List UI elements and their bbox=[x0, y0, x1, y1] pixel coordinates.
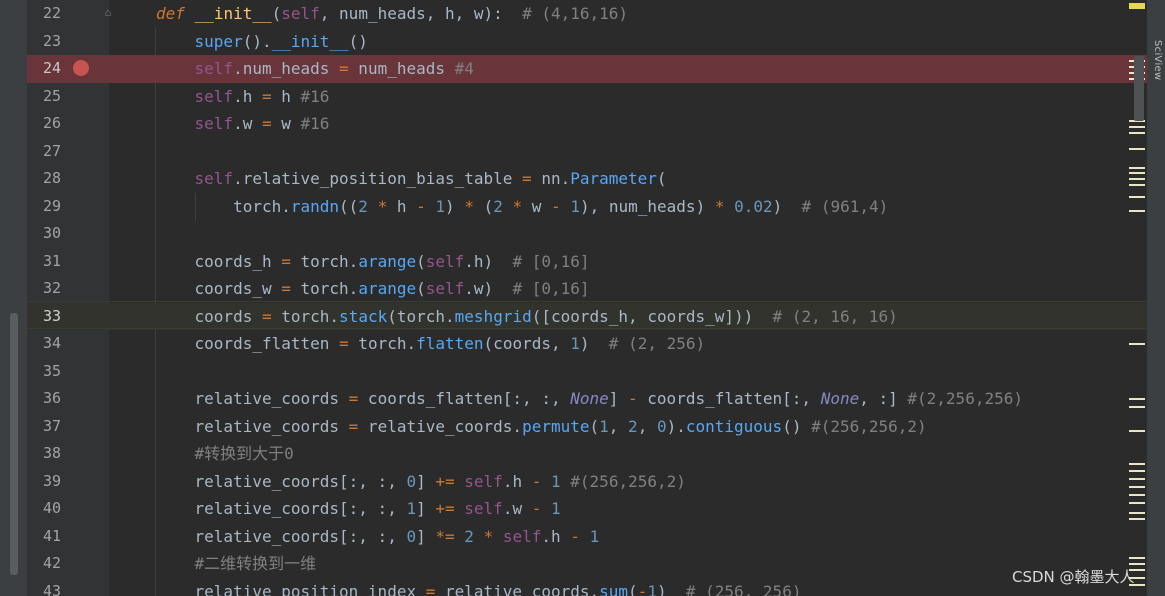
code-line[interactable]: 39 relative_coords[:, :, 0] += self.h - … bbox=[27, 468, 1147, 496]
breakpoint-icon[interactable] bbox=[73, 60, 89, 76]
line-number: 30 bbox=[42, 224, 61, 242]
code-line[interactable]: 40 relative_coords[:, :, 1] += self.w - … bbox=[27, 495, 1147, 523]
error-stripe-mark[interactable] bbox=[1129, 184, 1145, 186]
error-stripe-mark[interactable] bbox=[1129, 210, 1145, 212]
code-line[interactable]: 29 torch.randn((2 * h - 1) * (2 * w - 1)… bbox=[27, 193, 1147, 221]
code-text[interactable]: self.w = w #16 bbox=[156, 110, 330, 138]
code-line[interactable]: 37 relative_coords = relative_coords.per… bbox=[27, 413, 1147, 441]
code-text[interactable]: torch.randn((2 * h - 1) * (2 * w - 1), n… bbox=[156, 193, 888, 221]
line-number: 42 bbox=[42, 554, 61, 572]
code-line[interactable]: 30 bbox=[27, 220, 1147, 248]
error-stripe-mark[interactable] bbox=[1129, 178, 1145, 180]
error-stripe-mark[interactable] bbox=[1129, 512, 1145, 514]
code-text[interactable]: self.num_heads = num_heads #4 bbox=[156, 55, 474, 83]
code-text[interactable]: super().__init__() bbox=[156, 28, 368, 56]
line-number: 41 bbox=[42, 526, 61, 545]
code-line[interactable]: 38 #转换到大于0 bbox=[27, 440, 1147, 468]
error-stripe-mark[interactable] bbox=[1129, 557, 1145, 559]
line-number: 36 bbox=[42, 389, 61, 407]
code-text[interactable]: relative_coords[:, :, 0] *= 2 * self.h -… bbox=[156, 523, 600, 551]
error-stripe-mark[interactable] bbox=[1129, 398, 1145, 400]
code-line[interactable]: 27 bbox=[27, 138, 1147, 166]
line-number: 35 bbox=[42, 361, 61, 380]
line-number: 34 bbox=[42, 334, 61, 352]
code-text[interactable]: coords = torch.stack(torch.meshgrid([coo… bbox=[156, 303, 898, 331]
error-stripe-mark[interactable] bbox=[1129, 470, 1145, 472]
error-stripe-mark[interactable] bbox=[1129, 172, 1145, 174]
error-stripe-mark[interactable] bbox=[1129, 518, 1145, 520]
code-text[interactable]: #二维转换到一维 bbox=[156, 550, 317, 578]
error-stripe-mark[interactable] bbox=[1129, 167, 1145, 169]
code-text[interactable]: #转换到大于0 bbox=[156, 440, 294, 468]
error-stripe-mark[interactable] bbox=[1129, 463, 1145, 465]
line-number: 25 bbox=[42, 86, 61, 105]
code-line[interactable]: 43 relative_position_index = relative_co… bbox=[27, 578, 1147, 596]
code-text[interactable]: coords_flatten = torch.flatten(coords, 1… bbox=[156, 330, 706, 358]
code-line[interactable]: 23 super().__init__() bbox=[27, 28, 1147, 56]
error-stripe-mark[interactable] bbox=[1129, 6, 1145, 9]
watermark: CSDN @翰墨大人 bbox=[1012, 568, 1135, 586]
code-line[interactable]: 26 self.w = w #16 bbox=[27, 110, 1147, 138]
code-line[interactable]: 33 coords = torch.stack(torch.meshgrid([… bbox=[27, 302, 1147, 331]
line-number: 24 bbox=[42, 59, 61, 77]
code-text[interactable]: def __init__(self, num_heads, h, w): # (… bbox=[156, 0, 628, 28]
line-number: 27 bbox=[42, 141, 61, 160]
code-text[interactable]: relative_coords = coords_flatten[:, :, N… bbox=[156, 385, 1023, 413]
error-stripe-mark[interactable] bbox=[1129, 430, 1145, 432]
line-number: 32 bbox=[42, 279, 61, 297]
error-stripe-mark[interactable] bbox=[1129, 478, 1145, 480]
code-line[interactable]: 25 self.h = h #16 bbox=[27, 83, 1147, 111]
horizontal-scroll-thumb[interactable] bbox=[10, 313, 18, 575]
error-stripe-mark[interactable] bbox=[1129, 486, 1145, 488]
code-text[interactable]: relative_coords[:, :, 0] += self.h - 1 #… bbox=[156, 468, 686, 496]
line-number: 26 bbox=[42, 114, 61, 132]
error-stripe-mark[interactable] bbox=[1129, 126, 1145, 128]
line-number: 29 bbox=[42, 196, 61, 215]
sciview-tab[interactable]: SciView bbox=[1149, 40, 1163, 100]
line-number: 31 bbox=[42, 251, 61, 270]
error-stripe-mark[interactable] bbox=[1129, 502, 1145, 504]
code-editor[interactable]: 22 def __init__(self, num_heads, h, w): #… bbox=[0, 0, 1165, 596]
code-text[interactable]: self.h = h #16 bbox=[156, 83, 330, 111]
code-text[interactable]: self.relative_position_bias_table = nn.P… bbox=[156, 165, 667, 193]
code-line[interactable]: 24 self.num_heads = num_heads #4 bbox=[27, 55, 1147, 83]
code-text[interactable]: coords_w = torch.arange(self.w) # [0,16] bbox=[156, 275, 590, 303]
line-number: 39 bbox=[42, 471, 61, 490]
code-line[interactable]: 36 relative_coords = coords_flatten[:, :… bbox=[27, 385, 1147, 413]
line-number: 23 bbox=[42, 31, 61, 50]
line-number: 22 bbox=[42, 4, 61, 22]
line-number: 40 bbox=[42, 499, 61, 517]
line-number: 33 bbox=[42, 306, 61, 325]
line-number: 28 bbox=[42, 169, 61, 187]
error-stripe-mark[interactable] bbox=[1129, 406, 1145, 408]
error-stripe-mark[interactable] bbox=[1129, 343, 1145, 345]
code-text[interactable]: relative_position_index = relative_coord… bbox=[156, 578, 802, 596]
fold-icon[interactable]: ⌂ bbox=[102, 7, 114, 19]
line-number: 38 bbox=[42, 444, 61, 462]
code-text[interactable]: coords_h = torch.arange(self.h) # [0,16] bbox=[156, 248, 590, 276]
code-line[interactable]: 41 relative_coords[:, :, 0] *= 2 * self.… bbox=[27, 523, 1147, 551]
error-stripe-mark[interactable] bbox=[1129, 563, 1145, 565]
code-line[interactable]: 35 bbox=[27, 358, 1147, 386]
code-line[interactable]: 34 coords_flatten = torch.flatten(coords… bbox=[27, 330, 1147, 358]
line-number: 43 bbox=[42, 581, 61, 596]
vertical-scroll-thumb[interactable] bbox=[1134, 56, 1144, 121]
line-number: 37 bbox=[42, 416, 61, 435]
code-text[interactable]: relative_coords = relative_coords.permut… bbox=[156, 413, 927, 441]
error-stripe-mark[interactable] bbox=[1129, 132, 1145, 134]
error-stripe-mark[interactable] bbox=[1129, 196, 1145, 198]
code-line[interactable]: 32 coords_w = torch.arange(self.w) # [0,… bbox=[27, 275, 1147, 303]
tool-window-strip bbox=[0, 0, 27, 596]
code-text[interactable]: relative_coords[:, :, 1] += self.w - 1 bbox=[156, 495, 561, 523]
code-line[interactable]: 22 def __init__(self, num_heads, h, w): #… bbox=[27, 0, 1147, 28]
code-line[interactable]: 28 self.relative_position_bias_table = n… bbox=[27, 165, 1147, 193]
error-stripe-mark[interactable] bbox=[1129, 148, 1145, 150]
code-line[interactable]: 42 #二维转换到一维 bbox=[27, 550, 1147, 578]
error-stripe-mark[interactable] bbox=[1129, 494, 1145, 496]
code-line[interactable]: 31 coords_h = torch.arange(self.h) # [0,… bbox=[27, 248, 1147, 276]
